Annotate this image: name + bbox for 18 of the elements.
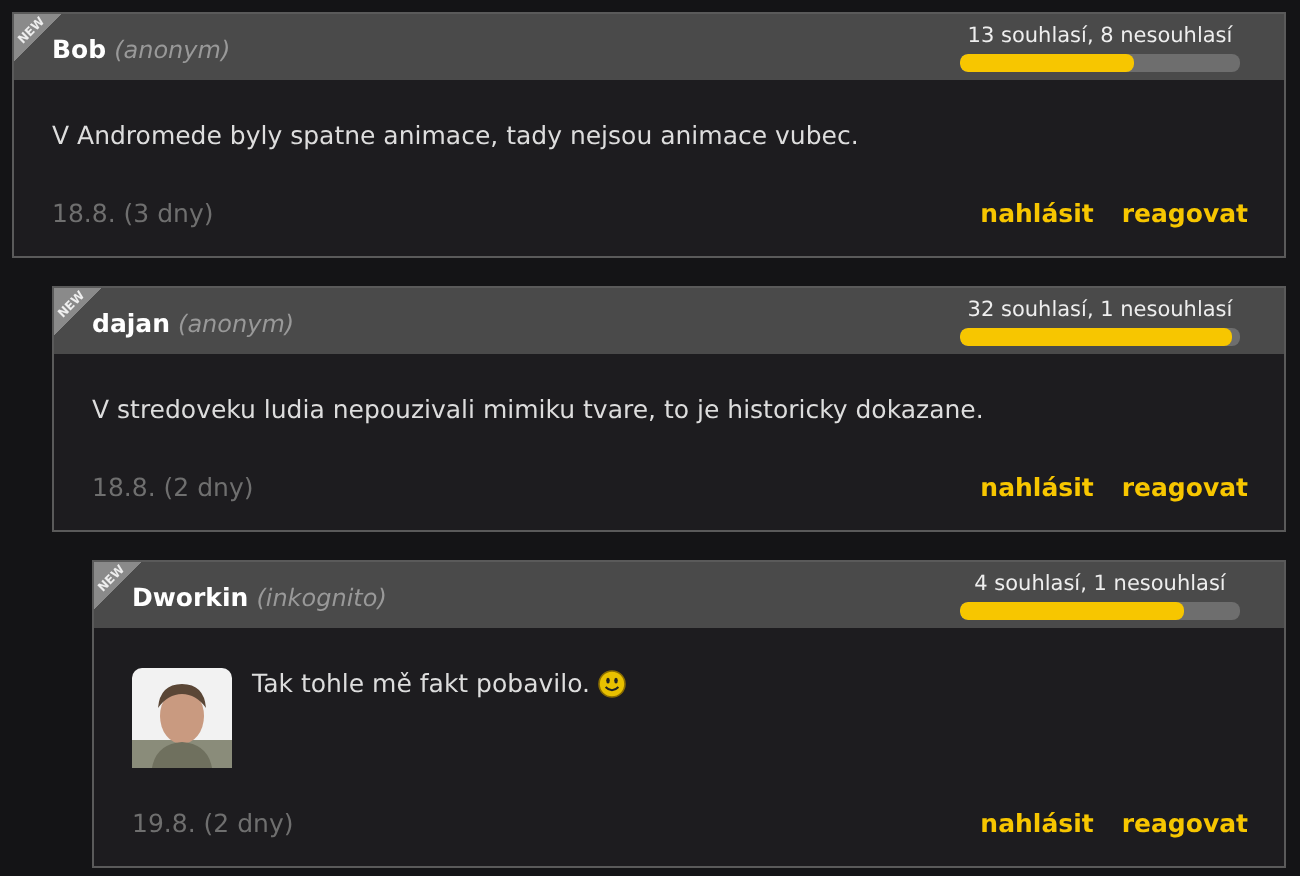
comment-action-link[interactable]: reagovat [1121, 198, 1248, 228]
comment-action-link[interactable]: nahlásit [980, 198, 1094, 228]
author-status: (inkognito) [256, 584, 387, 612]
comment-date: 19.8. (2 dny) [132, 808, 294, 838]
comment-action-link[interactable]: nahlásit [980, 472, 1094, 502]
comment-text: V Andromede byly spatne animace, tady nejsou animace vubec. [52, 120, 859, 150]
comment-date: 18.8. (2 dny) [92, 472, 254, 502]
vote-count: 13 souhlasí, 8 nesouhlasí [967, 23, 1233, 47]
author-status: (anonym) [178, 310, 295, 338]
comment-text: Tak tohle mě fakt pobavilo. [252, 668, 590, 698]
comment-action-link[interactable]: reagovat [1121, 472, 1248, 502]
author-status: (anonym) [114, 36, 231, 64]
comment-date: 18.8. (3 dny) [52, 198, 214, 228]
vote-count: 32 souhlasí, 1 nesouhlasí [967, 297, 1233, 321]
comment-action-link[interactable]: nahlásit [980, 808, 1094, 838]
comment-action-link[interactable]: reagovat [1121, 808, 1248, 838]
comment-text: V stredoveku ludia nepouzivali mimiku tvare, to je historicky dokazane. [92, 394, 984, 424]
vote-count: 4 souhlasí, 1 nesouhlasí [974, 571, 1226, 595]
